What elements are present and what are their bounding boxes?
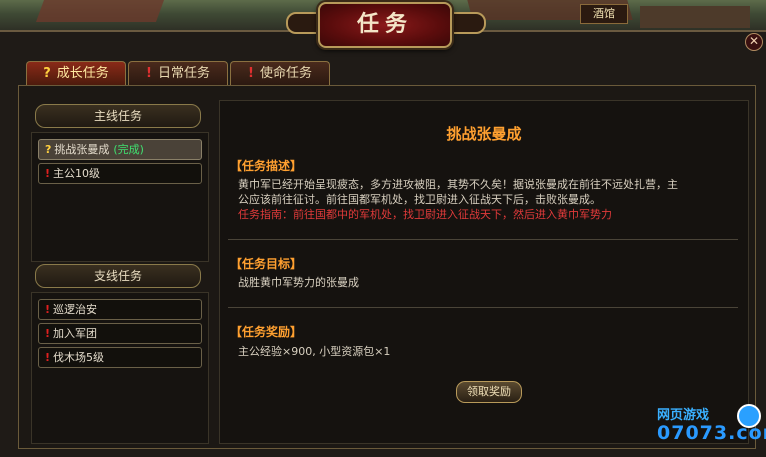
exclamation-icon: ! (248, 66, 254, 81)
tavern-sign[interactable]: 酒馆 (580, 4, 628, 24)
quest-name: 挑战张曼成 (54, 143, 110, 156)
tab-mission-quests[interactable]: ! 使命任务 (230, 61, 330, 86)
tab-label: 使命任务 (259, 66, 312, 81)
quest-name: 主公10级 (53, 167, 101, 180)
list-item[interactable]: ! 主公10级 (38, 163, 202, 184)
reward-text: 主公经验×900, 小型资源包×1 (238, 345, 391, 358)
watermark-line1: 网页游戏 (657, 408, 710, 423)
tab-label: 成长任务 (56, 66, 109, 81)
goal-text: 战胜黄巾军势力的张曼成 (238, 276, 359, 289)
status-badge: (完成) (113, 143, 144, 156)
quest-detail: 挑战张曼成 【任务描述】 黄巾军已经开始呈现疲态，多方进攻被阻，其势不久矣！据说… (219, 100, 749, 444)
list-item[interactable]: ! 加入军团 (38, 323, 202, 344)
tab-daily-quests[interactable]: ! 日常任务 (128, 61, 228, 86)
list-item[interactable]: ! 巡逻治安 (38, 299, 202, 320)
close-icon[interactable]: ✕ (745, 33, 763, 51)
reward-label: 【任务奖励】 (230, 325, 303, 339)
window-title: 任务 (318, 2, 452, 48)
roof-decoration (35, 0, 165, 22)
tab-growth-quests[interactable]: ? 成长任务 (26, 61, 126, 86)
divider (228, 307, 738, 308)
list-item[interactable]: ! 伐木场5级 (38, 347, 202, 368)
question-mark-icon: ? (43, 66, 51, 81)
quest-name: 巡逻治安 (53, 303, 98, 316)
quest-content: 主线任务 ? 挑战张曼成 (完成) ! 主公10级 支线任务 ! 巡逻治安 ! 加入军团 … (18, 85, 756, 449)
tab-label: 日常任务 (157, 66, 210, 81)
quest-guide: 任务指南：前往国都中的军机处，找卫尉进入征战天下，然后进入黄巾军势力 (238, 208, 612, 221)
quest-name: 伐木场5级 (53, 351, 105, 364)
exclamation-icon: ! (45, 167, 51, 180)
exclamation-icon: ! (45, 303, 51, 316)
main-quest-header: 主线任务 (35, 104, 201, 128)
list-item[interactable]: ? 挑战张曼成 (完成) (38, 139, 202, 160)
exclamation-icon: ! (45, 351, 51, 364)
description-line: 公应该前往征讨。前往国都军机处，找卫尉进入征战天下后，击败张曼成。 (238, 193, 601, 206)
divider (228, 239, 738, 240)
goal-label: 【任务目标】 (230, 257, 303, 271)
quest-title: 挑战张曼成 (446, 125, 522, 143)
watermark-line2: 07073.com (657, 422, 766, 444)
description-label: 【任务描述】 (230, 159, 303, 173)
question-mark-icon: ? (45, 143, 52, 156)
claim-reward-button[interactable]: 领取奖励 (456, 381, 522, 403)
quest-list-column: 主线任务 ? 挑战张曼成 (完成) ! 主公10级 支线任务 ! 巡逻治安 ! 加入军团 … (31, 100, 211, 444)
description-line: 黄巾军已经开始呈现疲态，多方进攻被阻，其势不久矣！据说张曼成在前往不远处扎营，主 (238, 178, 678, 191)
exclamation-icon: ! (146, 66, 152, 81)
side-quest-header: 支线任务 (35, 264, 201, 288)
site-watermark: 网页游戏 07073.com (657, 404, 766, 452)
quest-name: 加入军团 (53, 327, 98, 340)
exclamation-icon: ! (45, 327, 51, 340)
description-text: 黄巾军已经开始呈现疲态，多方进攻被阻，其势不久矣！据说张曼成在前往不远处扎营，主… (238, 177, 728, 222)
side-quest-list: ! 巡逻治安 ! 加入军团 ! 伐木场5级 (31, 292, 209, 444)
main-quest-list: ? 挑战张曼成 (完成) ! 主公10级 (31, 132, 209, 262)
roof-decoration (640, 6, 750, 28)
